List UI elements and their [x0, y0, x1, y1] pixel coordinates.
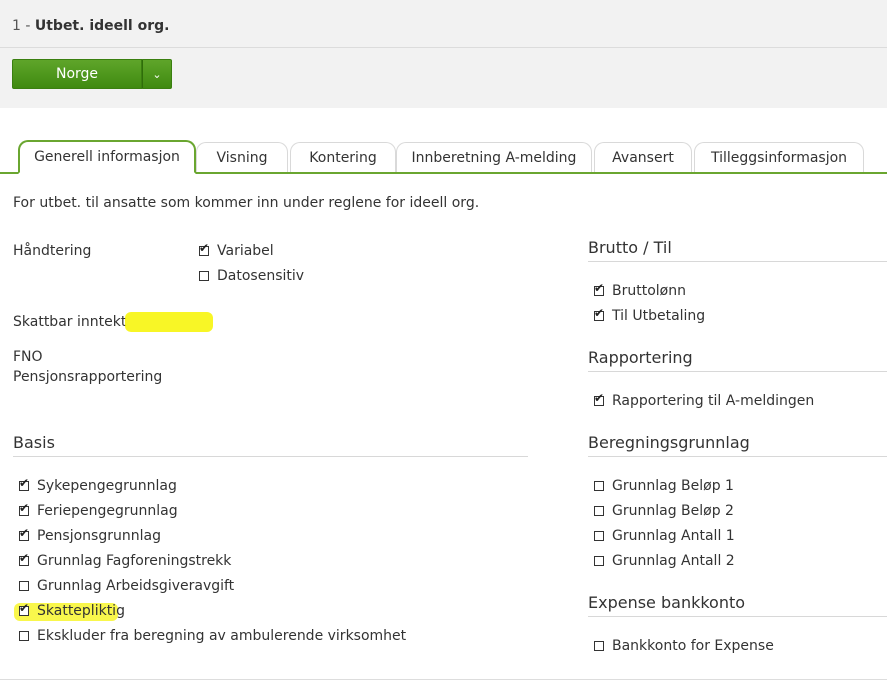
checkbox-til-utbetaling[interactable]: Til Utbetaling	[594, 306, 705, 326]
rapportering-heading: Rapportering	[588, 348, 693, 367]
checkbox-label: Bruttolønn	[612, 283, 686, 299]
checkbox-label: Grunnlag Beløp 2	[612, 503, 734, 519]
basis-divider	[13, 456, 528, 457]
checkbox-grunnlag-belop-2[interactable]: Grunnlag Beløp 2	[594, 501, 734, 521]
checkbox-label: Grunnlag Antall 1	[612, 528, 735, 544]
brutto-divider	[588, 261, 887, 262]
rapportering-divider	[588, 371, 887, 372]
checkbox-grunnlag-arbeidsgiveravgift[interactable]: Grunnlag Arbeidsgiveravgift	[19, 576, 234, 596]
basis-heading: Basis	[13, 433, 55, 452]
tab-visning[interactable]: Visning	[196, 142, 288, 172]
chevron-down-icon[interactable]: ⌄	[142, 59, 172, 89]
checkbox-label: Sykepengegrunnlag	[37, 478, 177, 494]
checkbox-pensjonsgrunnlag[interactable]: Pensjonsgrunnlag	[19, 526, 161, 546]
checkbox-label: Ekskluder fra beregning av ambulerende v…	[37, 628, 407, 644]
checkbox-label: Pensjonsgrunnlag	[37, 528, 161, 544]
checkbox-checked-icon[interactable]	[199, 241, 209, 256]
checkbox-checked-icon[interactable]	[19, 601, 29, 616]
fno-label: FNO	[13, 349, 43, 365]
bottom-divider	[0, 679, 887, 680]
checkbox-skattepliktig[interactable]: Skattepliktig	[19, 601, 125, 621]
title-divider	[0, 47, 887, 48]
country-button[interactable]: Norge	[12, 59, 142, 89]
header-area: 1 - Utbet. ideell org. Norge ⌄	[0, 0, 887, 108]
checkbox-label: Grunnlag Fagforeningstrekk	[37, 553, 232, 569]
checkbox-bruttolonn[interactable]: Bruttolønn	[594, 281, 686, 301]
checkbox-label: Grunnlag Beløp 1	[612, 478, 734, 494]
record-title: Utbet. ideell org.	[34, 18, 170, 34]
checkbox-unchecked-icon[interactable]	[594, 506, 604, 516]
checkbox-ekskluder-ambulerende[interactable]: Ekskluder fra beregning av ambulerende v…	[19, 626, 406, 646]
checkbox-label: Skattepliktig	[37, 603, 125, 619]
checkbox-unchecked-icon[interactable]	[199, 271, 209, 281]
tab-generell-informasjon[interactable]: Generell informasjon	[18, 140, 196, 174]
expense-divider	[588, 616, 887, 617]
skattbar-inntekt-label: Skattbar inntekt	[13, 314, 127, 330]
highlight-mark	[125, 312, 213, 332]
checkbox-label: Grunnlag Antall 2	[612, 553, 735, 569]
tab-innberetning-a-melding[interactable]: Innberetning A-melding	[396, 142, 592, 172]
record-number: 1 -	[12, 18, 35, 34]
page-title: 1 - Utbet. ideell org.	[12, 18, 169, 34]
checkbox-label: Variabel	[217, 243, 274, 259]
tab-avansert[interactable]: Avansert	[594, 142, 692, 172]
checkbox-bankkonto-expense[interactable]: Bankkonto for Expense	[594, 636, 774, 656]
checkbox-checked-icon[interactable]	[594, 306, 604, 321]
checkbox-variabel[interactable]: Variabel	[199, 241, 274, 261]
pensjonsrapportering-label: Pensjonsrapportering	[13, 369, 163, 385]
checkbox-sykepengegrunnlag[interactable]: Sykepengegrunnlag	[19, 476, 177, 496]
checkbox-unchecked-icon[interactable]	[19, 581, 29, 591]
checkbox-checked-icon[interactable]	[19, 551, 29, 566]
checkbox-checked-icon[interactable]	[594, 281, 604, 296]
checkbox-unchecked-icon[interactable]	[594, 531, 604, 541]
tab-tilleggsinformasjon[interactable]: Tilleggsinformasjon	[694, 142, 864, 172]
checkbox-grunnlag-antall-1[interactable]: Grunnlag Antall 1	[594, 526, 735, 546]
checkbox-label: Rapportering til A-meldingen	[612, 393, 815, 409]
country-button-group: Norge ⌄	[12, 59, 172, 89]
checkbox-unchecked-icon[interactable]	[594, 481, 604, 491]
checkbox-label: Bankkonto for Expense	[612, 638, 774, 654]
checkbox-unchecked-icon[interactable]	[594, 556, 604, 566]
tab-bar: Generell informasjon Visning Kontering I…	[0, 140, 887, 174]
checkbox-label: Til Utbetaling	[612, 308, 706, 324]
checkbox-checked-icon[interactable]	[19, 501, 29, 516]
checkbox-rapportering-a-meldingen[interactable]: Rapportering til A-meldingen	[594, 391, 814, 411]
checkbox-grunnlag-fagforeningstrekk[interactable]: Grunnlag Fagforeningstrekk	[19, 551, 231, 571]
checkbox-datosensitiv[interactable]: Datosensitiv	[199, 266, 304, 286]
checkbox-feriepengegrunnlag[interactable]: Feriepengegrunnlag	[19, 501, 178, 521]
handtering-label: Håndtering	[13, 243, 92, 259]
beregningsgrunnlag-heading: Beregningsgrunnlag	[588, 433, 750, 452]
checkbox-grunnlag-belop-1[interactable]: Grunnlag Beløp 1	[594, 476, 734, 496]
checkbox-checked-icon[interactable]	[19, 476, 29, 491]
checkbox-label: Grunnlag Arbeidsgiveravgift	[37, 578, 235, 594]
checkbox-checked-icon[interactable]	[594, 391, 604, 406]
checkbox-label: Datosensitiv	[217, 268, 305, 284]
tab-kontering[interactable]: Kontering	[290, 142, 396, 172]
checkbox-unchecked-icon[interactable]	[594, 641, 604, 651]
checkbox-unchecked-icon[interactable]	[19, 631, 29, 641]
description-text: For utbet. til ansatte som kommer inn un…	[13, 195, 480, 211]
checkbox-checked-icon[interactable]	[19, 526, 29, 541]
expense-bankkonto-heading: Expense bankkonto	[588, 593, 746, 612]
checkbox-label: Feriepengegrunnlag	[37, 503, 178, 519]
beregningsgrunnlag-divider	[588, 456, 887, 457]
brutto-heading: Brutto / Til	[588, 238, 672, 257]
checkbox-grunnlag-antall-2[interactable]: Grunnlag Antall 2	[594, 551, 735, 571]
